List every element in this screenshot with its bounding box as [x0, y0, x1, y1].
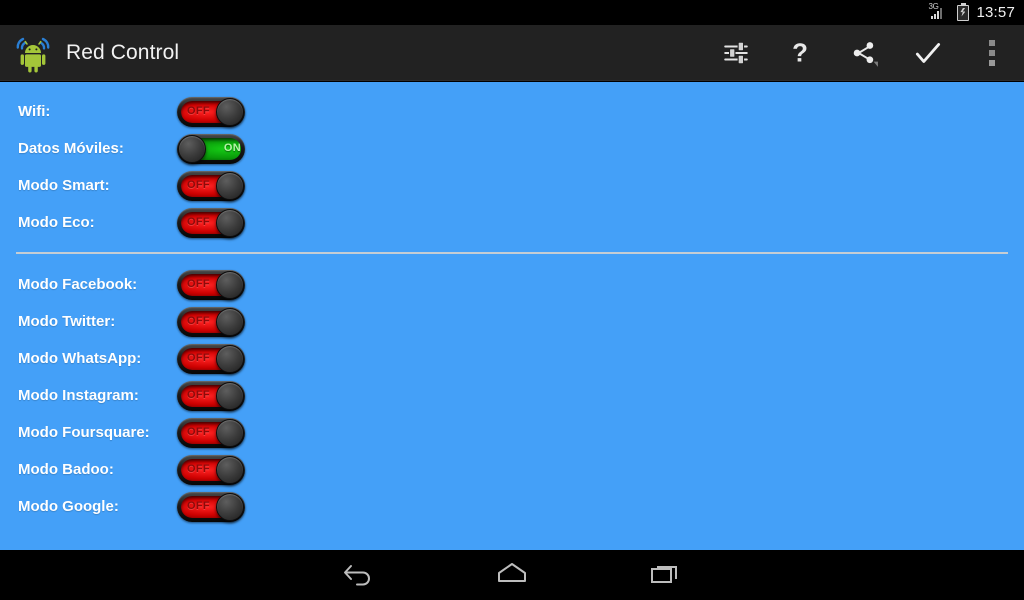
- status-clock: 13:57: [976, 4, 1015, 21]
- device-screen: 3G 13:57 Red Control ? Wifi: OFF Datos M…: [0, 0, 1024, 600]
- toggle-knob[interactable]: [216, 307, 244, 336]
- toggle-state-label: OFF: [187, 278, 210, 290]
- android-wifi-logo: [11, 31, 55, 75]
- toggle-state-label: OFF: [187, 315, 210, 327]
- back-arrow-icon: [340, 558, 376, 593]
- toggle-state-label: OFF: [187, 216, 210, 228]
- settings-row[interactable]: Modo Badoo: OFF: [0, 451, 1024, 488]
- sliders-icon: [722, 39, 750, 67]
- settings-sliders-button[interactable]: [704, 25, 768, 81]
- toggle-state-label: OFF: [187, 179, 210, 191]
- settings-row-toggle[interactable]: OFF: [177, 417, 245, 448]
- signal-bars: [931, 8, 943, 19]
- settings-row[interactable]: Modo Instagram: OFF: [0, 377, 1024, 414]
- signal-3g-icon: 3G: [928, 3, 950, 21]
- settings-row-label: Modo WhatsApp:: [18, 350, 142, 367]
- settings-row[interactable]: Wifi: OFF: [0, 93, 1024, 130]
- settings-row[interactable]: Modo Twitter: OFF: [0, 303, 1024, 340]
- checkmark-icon: [912, 37, 944, 69]
- toggle-state-label: OFF: [187, 463, 210, 475]
- toggle-knob[interactable]: [216, 208, 244, 237]
- settings-row-toggle[interactable]: OFF: [177, 380, 245, 411]
- settings-row[interactable]: Modo Foursquare: OFF: [0, 414, 1024, 451]
- settings-row-toggle[interactable]: OFF: [177, 343, 245, 374]
- settings-row-label: Datos Móviles:: [18, 140, 124, 157]
- toggle-knob[interactable]: [216, 171, 244, 200]
- toggle-state-label: OFF: [187, 426, 210, 438]
- settings-scroll-area[interactable]: Wifi: OFF Datos Móviles: ON Modo Smart: OFF Mo…: [0, 82, 1024, 550]
- settings-row-label: Modo Foursquare:: [18, 424, 150, 441]
- share-icon: [849, 38, 879, 68]
- status-bar: 3G 13:57: [0, 0, 1024, 25]
- toggle-knob[interactable]: [216, 492, 244, 521]
- settings-row[interactable]: Modo Facebook: OFF: [0, 266, 1024, 303]
- settings-row[interactable]: Modo Google: OFF: [0, 488, 1024, 525]
- toggle-state-label: OFF: [187, 389, 210, 401]
- help-button[interactable]: ?: [768, 25, 832, 81]
- recents-icon: [648, 558, 684, 593]
- status-icons: 3G 13:57: [928, 2, 1015, 21]
- toggle-knob[interactable]: [216, 270, 244, 299]
- share-button[interactable]: [832, 25, 896, 81]
- app-title: Red Control: [66, 40, 180, 64]
- toggle-state-label: OFF: [187, 105, 210, 117]
- question-mark-icon: ?: [786, 39, 814, 66]
- nav-home-button[interactable]: [480, 551, 544, 599]
- overflow-menu-button[interactable]: [960, 25, 1024, 81]
- toggle-knob[interactable]: [216, 381, 244, 410]
- settings-row-label: Modo Facebook:: [18, 276, 138, 293]
- settings-row-toggle[interactable]: ON: [177, 133, 245, 164]
- home-icon: [494, 558, 530, 593]
- toggle-state-label: OFF: [187, 352, 210, 364]
- settings-row-toggle[interactable]: OFF: [177, 454, 245, 485]
- toggle-state-label: OFF: [187, 500, 210, 512]
- overflow-dots-icon: [985, 36, 999, 70]
- settings-row[interactable]: Datos Móviles: ON: [0, 130, 1024, 167]
- system-navigation-bar: [0, 550, 1024, 600]
- settings-row-label: Wifi:: [18, 103, 51, 120]
- settings-row-label: Modo Google:: [18, 498, 119, 515]
- action-bar: Red Control ?: [0, 25, 1024, 81]
- battery-charging-icon: [957, 2, 970, 21]
- settings-row-toggle[interactable]: OFF: [177, 306, 245, 337]
- settings-row-label: Modo Badoo:: [18, 461, 114, 478]
- toggle-knob[interactable]: [216, 455, 244, 484]
- nav-back-button[interactable]: [326, 551, 390, 599]
- settings-row-toggle[interactable]: OFF: [177, 269, 245, 300]
- settings-row-toggle[interactable]: OFF: [177, 491, 245, 522]
- apply-button[interactable]: [896, 25, 960, 81]
- toggle-list: Wifi: OFF Datos Móviles: ON Modo Smart: OFF Mo…: [0, 82, 1024, 525]
- settings-row-label: Modo Instagram:: [18, 387, 139, 404]
- toggle-knob[interactable]: [216, 344, 244, 373]
- settings-row[interactable]: Modo Smart: OFF: [0, 167, 1024, 204]
- toggle-state-label: ON: [223, 142, 241, 154]
- settings-row[interactable]: Modo WhatsApp: OFF: [0, 340, 1024, 377]
- settings-row-label: Modo Eco:: [18, 214, 95, 231]
- toggle-knob[interactable]: [216, 418, 244, 447]
- settings-row-toggle[interactable]: OFF: [177, 170, 245, 201]
- svg-text:?: ?: [792, 39, 808, 66]
- section-divider: [16, 252, 1008, 254]
- settings-row[interactable]: Modo Eco: OFF: [0, 204, 1024, 241]
- toggle-knob[interactable]: [216, 97, 244, 126]
- settings-row-toggle[interactable]: OFF: [177, 207, 245, 238]
- settings-row-label: Modo Twitter:: [18, 313, 116, 330]
- nav-recents-button[interactable]: [634, 551, 698, 599]
- settings-row-toggle[interactable]: OFF: [177, 96, 245, 127]
- toggle-knob[interactable]: [178, 134, 206, 163]
- settings-row-label: Modo Smart:: [18, 177, 110, 194]
